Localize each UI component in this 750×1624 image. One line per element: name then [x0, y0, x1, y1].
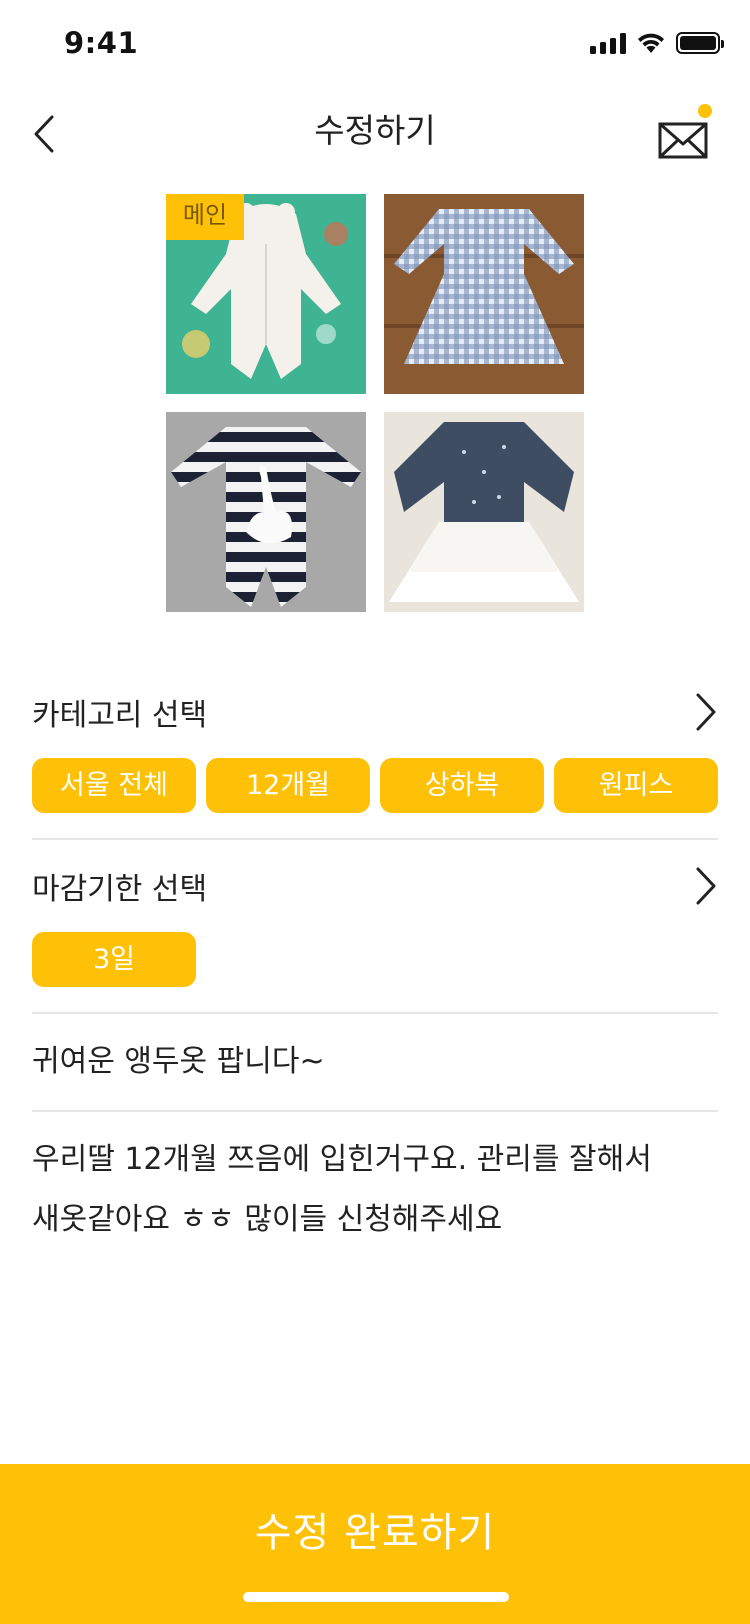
chip-age[interactable]: 12개월	[206, 758, 370, 813]
main-badge: 메인	[166, 194, 244, 240]
striped-romper-image	[166, 412, 366, 612]
category-title: 카테고리 선택	[32, 698, 208, 733]
photo-striped-swan-romper[interactable]	[166, 412, 366, 612]
chip-type[interactable]: 상하복	[380, 758, 544, 813]
chevron-right-icon	[696, 867, 716, 905]
home-indicator	[243, 1592, 509, 1602]
deadline-chips: 3일	[32, 932, 718, 987]
deadline-select-row[interactable]: 마감기한 선택	[32, 858, 718, 914]
chevron-right-icon	[696, 693, 716, 731]
chip-style[interactable]: 원피스	[554, 758, 718, 813]
status-time: 9:41	[64, 26, 139, 60]
photo-grid: 메인	[166, 194, 584, 612]
page-title: 수정하기	[314, 111, 436, 150]
submit-edit-label: 수정 완료하기	[254, 1510, 496, 1556]
deadline-title: 마감기한 선택	[32, 872, 208, 907]
post-body-line: 우리딸 12개월 쯔음에 입힌거구요. 관리를 잘해서	[32, 1142, 652, 1177]
wifi-icon	[638, 33, 664, 53]
photo-tutu-dress[interactable]	[384, 412, 584, 612]
category-section: 카테고리 선택 서울 전체 12개월 상하복 원피스	[32, 684, 718, 813]
divider	[32, 1012, 718, 1014]
nav-bar: 수정하기	[0, 90, 750, 180]
post-title[interactable]: 귀여운 앵두옷 팝니다~	[32, 1036, 718, 1080]
divider	[32, 1110, 718, 1112]
battery-icon	[676, 32, 724, 54]
chip-region[interactable]: 서울 전체	[32, 758, 196, 813]
category-select-row[interactable]: 카테고리 선택	[32, 684, 718, 740]
gingham-dress-image	[384, 194, 584, 394]
status-icons	[590, 32, 724, 54]
deadline-section: 마감기한 선택 3일	[32, 858, 718, 987]
post-body-line: 새옷같아요 ㅎㅎ 많이들 신청해주세요	[32, 1202, 503, 1237]
signal-icon	[590, 32, 626, 54]
notification-dot	[698, 104, 712, 118]
category-chips: 서울 전체 12개월 상하복 원피스	[32, 758, 718, 813]
divider	[32, 838, 718, 840]
status-bar: 9:41	[0, 0, 750, 90]
mail-button[interactable]	[652, 102, 714, 162]
photo-white-bear-romper[interactable]: 메인	[166, 194, 366, 394]
chip-deadline[interactable]: 3일	[32, 932, 196, 987]
photo-gingham-dress[interactable]	[384, 194, 584, 394]
tutu-dress-image	[384, 412, 584, 612]
post-body[interactable]: 우리딸 12개월 쯔음에 입힌거구요. 관리를 잘해서 새옷같아요 ㅎㅎ 많이들…	[32, 1130, 718, 1250]
